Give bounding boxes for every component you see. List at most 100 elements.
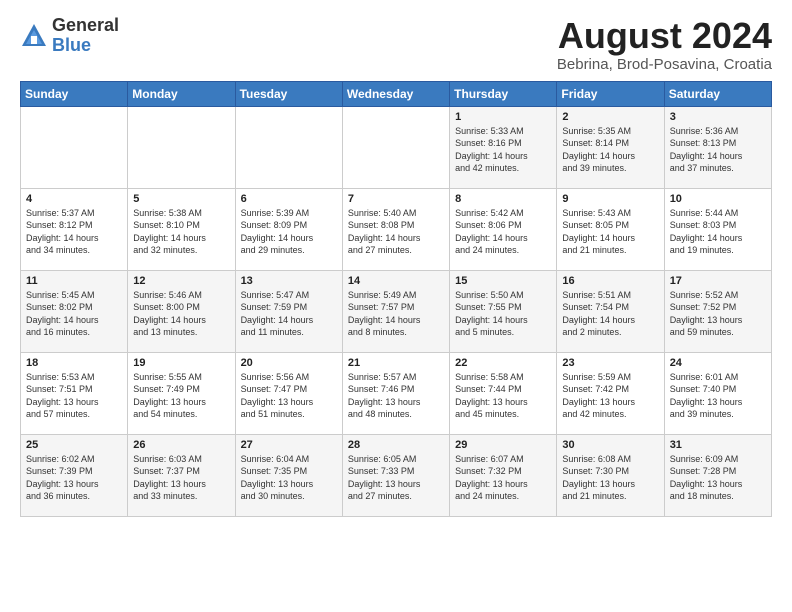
day-info: Sunrise: 5:53 AM Sunset: 7:51 PM Dayligh… bbox=[26, 371, 122, 421]
day-info: Sunrise: 5:56 AM Sunset: 7:47 PM Dayligh… bbox=[241, 371, 337, 421]
week-row-3: 18 Sunrise: 5:53 AM Sunset: 7:51 PM Dayli… bbox=[21, 352, 772, 434]
calendar-cell: 6Sunrise: 5:39 AM Sunset: 8:09 PM Daylig… bbox=[235, 188, 342, 270]
day-number: 30 bbox=[562, 439, 658, 451]
calendar-cell: 17 Sunrise: 5:52 AM Sunset: 7:52 PM Dayli… bbox=[664, 270, 771, 352]
day-info: Sunrise: 5:49 AM Sunset: 7:57 PM Dayligh… bbox=[348, 289, 444, 339]
day-info: Sunrise: 5:36 AM Sunset: 8:13 PM Dayligh… bbox=[670, 125, 766, 175]
day-info: Sunrise: 6:05 AM Sunset: 7:33 PM Dayligh… bbox=[348, 453, 444, 503]
calendar-cell: 27 Sunrise: 6:04 AM Sunset: 7:35 PM Dayli… bbox=[235, 434, 342, 516]
calendar-cell: 9Sunrise: 5:43 AM Sunset: 8:05 PM Daylig… bbox=[557, 188, 664, 270]
day-number: 17 bbox=[670, 275, 766, 287]
calendar-cell: 30Sunrise: 6:08 AM Sunset: 7:30 PM Dayli… bbox=[557, 434, 664, 516]
day-number: 13 bbox=[241, 275, 337, 287]
day-info: Sunrise: 5:47 AM Sunset: 7:59 PM Dayligh… bbox=[241, 289, 337, 339]
calendar-cell: 29 Sunrise: 6:07 AM Sunset: 7:32 PM Dayli… bbox=[450, 434, 557, 516]
calendar-cell: 1 Sunrise: 5:33 AM Sunset: 8:16 PM Daylig… bbox=[450, 106, 557, 188]
day-number: 1 bbox=[455, 111, 551, 123]
calendar-cell: 3 Sunrise: 5:36 AM Sunset: 8:13 PM Daylig… bbox=[664, 106, 771, 188]
day-info: Sunrise: 6:03 AM Sunset: 7:37 PM Dayligh… bbox=[133, 453, 229, 503]
day-number: 16 bbox=[562, 275, 658, 287]
header: General Blue August 2024 Bebrina, Brod-P… bbox=[20, 16, 772, 73]
day-info: Sunrise: 5:52 AM Sunset: 7:52 PM Dayligh… bbox=[670, 289, 766, 339]
logo: General Blue bbox=[20, 16, 119, 56]
subtitle: Bebrina, Brod-Posavina, Croatia bbox=[557, 56, 772, 73]
day-info: Sunrise: 6:07 AM Sunset: 7:32 PM Dayligh… bbox=[455, 453, 551, 503]
col-friday: Friday bbox=[557, 81, 664, 106]
day-info: Sunrise: 5:40 AM Sunset: 8:08 PM Dayligh… bbox=[348, 207, 444, 257]
calendar-cell: 19 Sunrise: 5:55 AM Sunset: 7:49 PM Dayli… bbox=[128, 352, 235, 434]
calendar-cell: 10 Sunrise: 5:44 AM Sunset: 8:03 PM Dayli… bbox=[664, 188, 771, 270]
calendar-cell: 11Sunrise: 5:45 AM Sunset: 8:02 PM Dayli… bbox=[21, 270, 128, 352]
day-number: 15 bbox=[455, 275, 551, 287]
day-info: Sunrise: 5:50 AM Sunset: 7:55 PM Dayligh… bbox=[455, 289, 551, 339]
day-info: Sunrise: 6:02 AM Sunset: 7:39 PM Dayligh… bbox=[26, 453, 122, 503]
day-number: 20 bbox=[241, 357, 337, 369]
calendar-cell: 20 Sunrise: 5:56 AM Sunset: 7:47 PM Dayli… bbox=[235, 352, 342, 434]
page: General Blue August 2024 Bebrina, Brod-P… bbox=[0, 0, 792, 612]
day-info: Sunrise: 5:57 AM Sunset: 7:46 PM Dayligh… bbox=[348, 371, 444, 421]
day-info: Sunrise: 5:33 AM Sunset: 8:16 PM Dayligh… bbox=[455, 125, 551, 175]
calendar-cell bbox=[128, 106, 235, 188]
day-number: 9 bbox=[562, 193, 658, 205]
day-number: 19 bbox=[133, 357, 229, 369]
day-number: 28 bbox=[348, 439, 444, 451]
day-number: 18 bbox=[26, 357, 122, 369]
day-number: 10 bbox=[670, 193, 766, 205]
calendar-body: 1 Sunrise: 5:33 AM Sunset: 8:16 PM Daylig… bbox=[21, 106, 772, 516]
day-info: Sunrise: 5:38 AM Sunset: 8:10 PM Dayligh… bbox=[133, 207, 229, 257]
col-saturday: Saturday bbox=[664, 81, 771, 106]
day-info: Sunrise: 5:51 AM Sunset: 7:54 PM Dayligh… bbox=[562, 289, 658, 339]
day-number: 31 bbox=[670, 439, 766, 451]
day-number: 3 bbox=[670, 111, 766, 123]
day-info: Sunrise: 6:04 AM Sunset: 7:35 PM Dayligh… bbox=[241, 453, 337, 503]
calendar-cell: 28 Sunrise: 6:05 AM Sunset: 7:33 PM Dayli… bbox=[342, 434, 449, 516]
header-row: Sunday Monday Tuesday Wednesday Thursday… bbox=[21, 81, 772, 106]
calendar-cell: 8 Sunrise: 5:42 AM Sunset: 8:06 PM Daylig… bbox=[450, 188, 557, 270]
calendar-cell: 7 Sunrise: 5:40 AM Sunset: 8:08 PM Daylig… bbox=[342, 188, 449, 270]
week-row-0: 1 Sunrise: 5:33 AM Sunset: 8:16 PM Daylig… bbox=[21, 106, 772, 188]
day-number: 23 bbox=[562, 357, 658, 369]
day-number: 6 bbox=[241, 193, 337, 205]
day-number: 8 bbox=[455, 193, 551, 205]
calendar-cell: 22Sunrise: 5:58 AM Sunset: 7:44 PM Dayli… bbox=[450, 352, 557, 434]
day-number: 26 bbox=[133, 439, 229, 451]
logo-general-text: General bbox=[52, 16, 119, 36]
day-info: Sunrise: 6:09 AM Sunset: 7:28 PM Dayligh… bbox=[670, 453, 766, 503]
calendar-cell: 26 Sunrise: 6:03 AM Sunset: 7:37 PM Dayli… bbox=[128, 434, 235, 516]
calendar-cell: 15 Sunrise: 5:50 AM Sunset: 7:55 PM Dayli… bbox=[450, 270, 557, 352]
day-number: 5 bbox=[133, 193, 229, 205]
col-tuesday: Tuesday bbox=[235, 81, 342, 106]
day-info: Sunrise: 5:59 AM Sunset: 7:42 PM Dayligh… bbox=[562, 371, 658, 421]
calendar-cell bbox=[235, 106, 342, 188]
day-info: Sunrise: 5:55 AM Sunset: 7:49 PM Dayligh… bbox=[133, 371, 229, 421]
calendar-cell: 24Sunrise: 6:01 AM Sunset: 7:40 PM Dayli… bbox=[664, 352, 771, 434]
calendar-table: Sunday Monday Tuesday Wednesday Thursday… bbox=[20, 81, 772, 517]
day-number: 27 bbox=[241, 439, 337, 451]
day-info: Sunrise: 5:46 AM Sunset: 8:00 PM Dayligh… bbox=[133, 289, 229, 339]
calendar-cell: 2 Sunrise: 5:35 AM Sunset: 8:14 PM Daylig… bbox=[557, 106, 664, 188]
day-info: Sunrise: 5:44 AM Sunset: 8:03 PM Dayligh… bbox=[670, 207, 766, 257]
day-number: 25 bbox=[26, 439, 122, 451]
calendar-cell: 21 Sunrise: 5:57 AM Sunset: 7:46 PM Dayli… bbox=[342, 352, 449, 434]
day-info: Sunrise: 5:45 AM Sunset: 8:02 PM Dayligh… bbox=[26, 289, 122, 339]
day-number: 12 bbox=[133, 275, 229, 287]
week-row-4: 25 Sunrise: 6:02 AM Sunset: 7:39 PM Dayli… bbox=[21, 434, 772, 516]
day-number: 14 bbox=[348, 275, 444, 287]
calendar-cell: 16 Sunrise: 5:51 AM Sunset: 7:54 PM Dayli… bbox=[557, 270, 664, 352]
day-number: 2 bbox=[562, 111, 658, 123]
day-number: 24 bbox=[670, 357, 766, 369]
calendar-cell: 18 Sunrise: 5:53 AM Sunset: 7:51 PM Dayli… bbox=[21, 352, 128, 434]
title-block: August 2024 Bebrina, Brod-Posavina, Croa… bbox=[557, 16, 772, 73]
calendar-cell: 4Sunrise: 5:37 AM Sunset: 8:12 PM Daylig… bbox=[21, 188, 128, 270]
day-info: Sunrise: 5:35 AM Sunset: 8:14 PM Dayligh… bbox=[562, 125, 658, 175]
day-number: 29 bbox=[455, 439, 551, 451]
day-number: 21 bbox=[348, 357, 444, 369]
day-number: 7 bbox=[348, 193, 444, 205]
calendar-cell bbox=[342, 106, 449, 188]
day-info: Sunrise: 5:42 AM Sunset: 8:06 PM Dayligh… bbox=[455, 207, 551, 257]
day-info: Sunrise: 5:37 AM Sunset: 8:12 PM Dayligh… bbox=[26, 207, 122, 257]
main-title: August 2024 bbox=[557, 16, 772, 56]
calendar-cell: 13 Sunrise: 5:47 AM Sunset: 7:59 PM Dayli… bbox=[235, 270, 342, 352]
day-info: Sunrise: 5:58 AM Sunset: 7:44 PM Dayligh… bbox=[455, 371, 551, 421]
calendar-cell bbox=[21, 106, 128, 188]
